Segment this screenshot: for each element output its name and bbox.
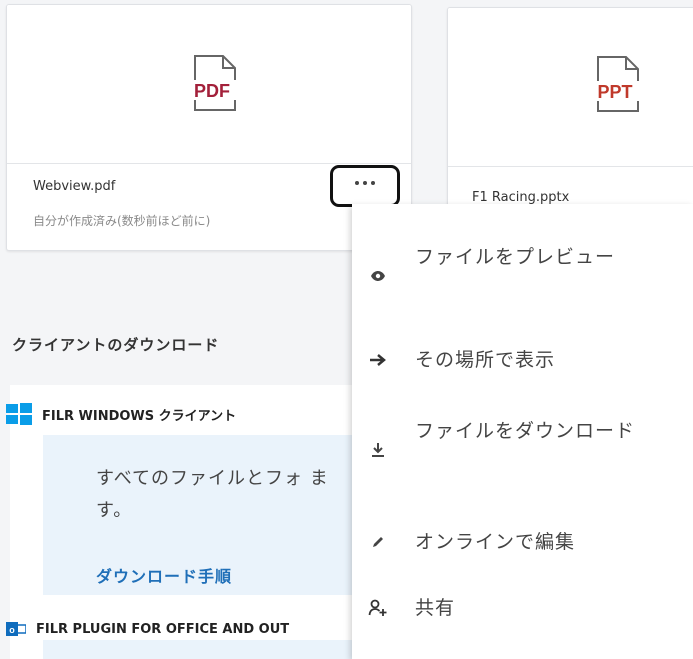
- eye-icon: [367, 265, 389, 287]
- file-name[interactable]: Webview.pdf: [33, 179, 115, 194]
- menu-item-show-location[interactable]: その場所で表示: [352, 340, 693, 380]
- share-user-icon: [367, 597, 389, 619]
- plugin-client-label: FILR PLUGIN FOR OFFICE AND OUT: [36, 621, 290, 637]
- pdf-badge-text: PDF: [194, 81, 230, 101]
- file-name[interactable]: F1 Racing.pptx: [472, 190, 569, 205]
- download-icon: [367, 439, 389, 461]
- menu-item-download[interactable]: ファイルをダウンロード: [352, 410, 693, 490]
- menu-item-edit-online[interactable]: オンラインで編集: [352, 522, 693, 562]
- file-thumbnail: PDF: [7, 5, 411, 164]
- ellipsis-icon: [355, 181, 375, 185]
- windows-client-label: FILR WINDOWS クライアント: [42, 408, 237, 424]
- arrow-right-icon: [367, 349, 389, 371]
- menu-item-share[interactable]: 共有: [352, 588, 693, 628]
- menu-item-label: ファイルをダウンロード: [415, 420, 636, 442]
- menu-item-label: その場所で表示: [415, 349, 556, 371]
- file-context-menu: ファイルをプレビュー その場所で表示 ファイルをダウンロード オンラインで編集 …: [352, 204, 693, 659]
- outlook-logo-icon: o: [6, 622, 26, 636]
- windows-logo-icon: [6, 403, 32, 425]
- ppt-badge-text: PPT: [597, 82, 632, 102]
- pdf-file-icon: PDF: [187, 55, 239, 111]
- section-title: クライアントのダウンロード: [12, 336, 220, 354]
- download-instructions-link[interactable]: ダウンロード手順: [96, 563, 232, 587]
- file-thumbnail: PPT: [448, 8, 693, 167]
- menu-item-label: オンラインで編集: [415, 531, 576, 553]
- menu-item-label: 共有: [415, 597, 456, 619]
- pencil-icon: [367, 531, 389, 553]
- ppt-file-icon: PPT: [590, 56, 642, 112]
- windows-client-header[interactable]: FILR WINDOWS クライアント: [6, 403, 236, 425]
- more-options-button[interactable]: [330, 165, 400, 207]
- plugin-client-header[interactable]: o FILR PLUGIN FOR OFFICE AND OUT: [6, 619, 289, 639]
- menu-item-label: ファイルをプレビュー: [415, 246, 616, 268]
- client-description-box: すべてのファイルとフォ ます。 ダウンロード手順: [43, 435, 355, 595]
- plugin-description-box: [43, 640, 355, 659]
- svg-text:o: o: [9, 625, 15, 635]
- client-description: すべてのファイルとフォ ます。: [96, 468, 329, 521]
- file-meta: 自分が作成済み(数秒前ほど前に): [33, 214, 211, 228]
- menu-item-preview[interactable]: ファイルをプレビュー: [352, 236, 693, 316]
